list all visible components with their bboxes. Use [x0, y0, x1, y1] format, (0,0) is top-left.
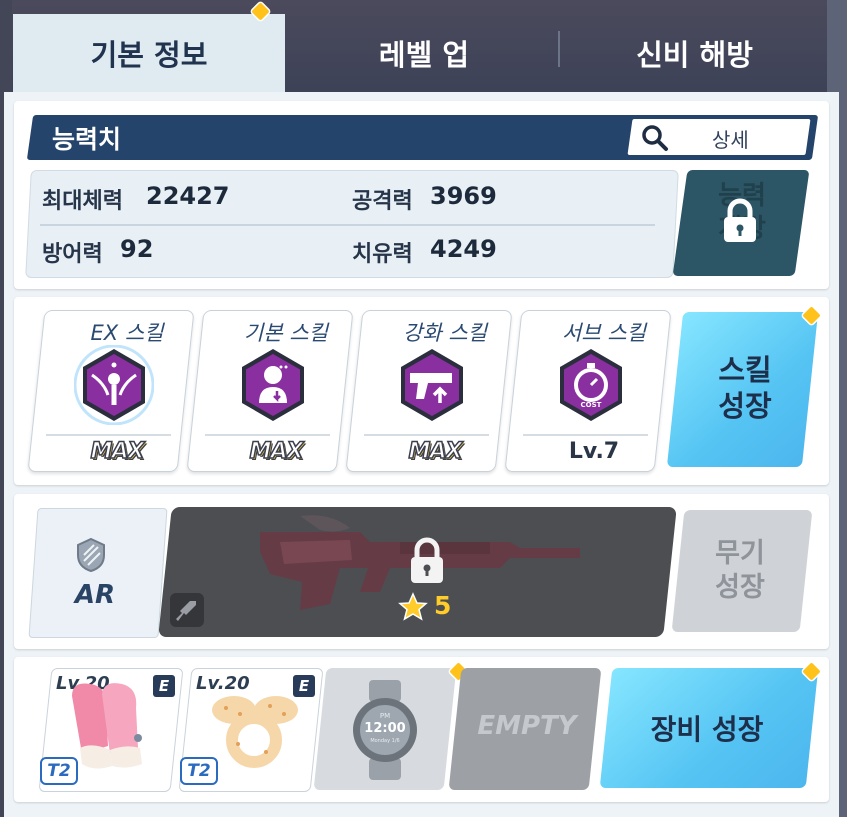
equipment-growth-label: 장비 성장	[650, 713, 764, 746]
empty-slot-label: EMPTY	[477, 711, 577, 741]
weapon-type-badge	[170, 593, 204, 627]
skill-divider	[46, 434, 171, 436]
stats-title: 능력치	[52, 125, 122, 154]
enhanced-skill-level: MAX	[408, 438, 463, 465]
lock-icon	[724, 198, 756, 242]
ex-skill-icon	[74, 345, 154, 425]
skill-growth-label: 스킬 성장	[718, 353, 772, 423]
stats-divider	[40, 224, 655, 226]
shield-icon	[77, 537, 105, 573]
enhanced-skill-icon	[401, 349, 463, 421]
tab-basic-info[interactable]: 기본 정보	[13, 14, 285, 92]
weapon-star-count: 5	[434, 591, 452, 620]
tab-mystic-release[interactable]: 신비 해방	[562, 14, 827, 92]
svg-text:COST: COST	[581, 401, 602, 409]
weapon-type-label: AR	[74, 580, 116, 610]
tab-divider	[558, 31, 560, 67]
hairpin-icon	[212, 696, 298, 768]
healing-label: 치유력	[352, 242, 413, 267]
weapon-growth-label: 무기 성장	[715, 538, 765, 603]
equipment-tier-badge: T2	[40, 757, 78, 785]
mini-rifle-icon	[176, 601, 196, 621]
svg-text:12:00: 12:00	[364, 721, 405, 736]
basic-skill-name: 기본 스킬	[244, 321, 328, 345]
defense-label: 방어력	[42, 242, 103, 267]
ex-skill-name: EX 스킬	[90, 321, 164, 345]
max-hp-value: 22427	[146, 182, 230, 210]
sub-skill-icon: COST	[560, 349, 622, 421]
svg-text:PM: PM	[380, 712, 390, 720]
basic-skill-level: MAX	[249, 438, 304, 465]
attack-value: 3969	[430, 182, 497, 210]
magnifier-icon	[642, 125, 668, 151]
weapon-type-box	[28, 508, 168, 638]
max-hp-label: 최대체력	[42, 189, 123, 214]
lock-icon	[411, 537, 443, 583]
watch-icon: PM 12:00 Monday 1/6	[353, 680, 417, 780]
attack-label: 공격력	[352, 189, 413, 214]
defense-value: 92	[120, 235, 154, 263]
detail-label[interactable]: 상세	[712, 124, 749, 153]
basic-skill-icon	[242, 349, 304, 421]
sub-skill-level: Lv.7	[568, 439, 620, 464]
tab-level-up[interactable]: 레벨 업	[290, 14, 558, 92]
star-icon	[398, 592, 428, 621]
ex-skill-level: MAX	[90, 438, 145, 465]
healing-value: 4249	[430, 235, 497, 263]
skill-divider	[364, 434, 489, 436]
skill-divider	[205, 434, 330, 436]
enhanced-skill-name: 강화 스킬	[403, 321, 487, 345]
svg-text:Monday 1/6: Monday 1/6	[370, 738, 399, 744]
sub-skill-name: 서브 스킬	[562, 321, 646, 345]
equipment-tier-badge: T2	[180, 757, 218, 785]
skill-divider	[523, 434, 648, 436]
